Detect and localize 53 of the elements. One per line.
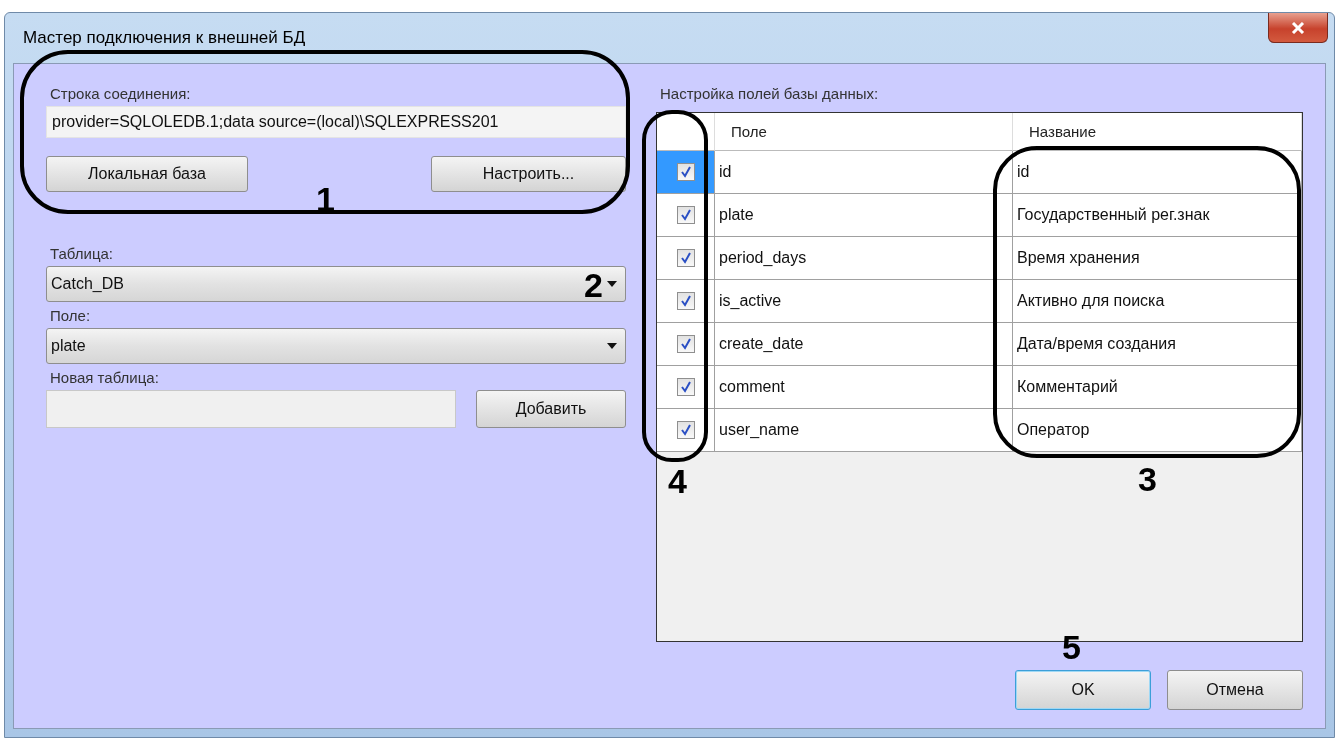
table-cell: Активно для поиска bbox=[1013, 280, 1302, 323]
annotation-number: 4 bbox=[668, 464, 687, 498]
table-cell: create_date bbox=[715, 323, 1013, 366]
checkbox-cell[interactable] bbox=[657, 280, 715, 323]
table-cell: id bbox=[715, 151, 1013, 194]
checkbox-cell[interactable] bbox=[657, 409, 715, 452]
checkbox-cell[interactable] bbox=[657, 194, 715, 237]
close-icon bbox=[1291, 21, 1305, 34]
field-label: Новая таблица: bbox=[50, 368, 160, 388]
table-cell: Комментарий bbox=[1013, 366, 1302, 409]
checkbox[interactable] bbox=[676, 292, 695, 310]
table-dropdown[interactable]: Catch_DB 2 bbox=[46, 266, 626, 302]
cancel-button[interactable]: Отмена bbox=[1167, 670, 1303, 710]
table-cell: Оператор bbox=[1013, 409, 1302, 452]
dropdown-arrow-icon bbox=[607, 281, 617, 287]
checkbox[interactable] bbox=[676, 378, 695, 396]
table-cell: is_active bbox=[715, 280, 1013, 323]
checkbox-cell[interactable] bbox=[657, 323, 715, 366]
table-cell: comment bbox=[715, 366, 1013, 409]
field-label: Строка соединения: bbox=[50, 84, 192, 104]
checkbox[interactable] bbox=[676, 249, 695, 267]
connection-string-field[interactable]: provider=SQLOLEDB.1;data source=(local)\SQLEXPRESS201 bbox=[46, 106, 626, 138]
window-title: Мастер подключения к внешней БД bbox=[23, 28, 306, 48]
table-cell: user_name bbox=[715, 409, 1013, 452]
checkbox[interactable] bbox=[676, 335, 695, 353]
annotation-number: 2 bbox=[584, 268, 603, 302]
field-label: Поле: bbox=[50, 306, 92, 326]
ok-button[interactable]: OK bbox=[1015, 670, 1151, 710]
checkbox[interactable] bbox=[676, 163, 695, 181]
checkbox-cell[interactable] bbox=[657, 366, 715, 409]
local-db-button[interactable]: Локальная база bbox=[46, 156, 248, 192]
configure-button[interactable]: Настроить... bbox=[431, 156, 626, 192]
checkbox-cell[interactable] bbox=[657, 237, 715, 280]
close-button[interactable] bbox=[1268, 13, 1328, 43]
column-header[interactable]: Поле bbox=[715, 113, 1013, 151]
dropdown-arrow-icon bbox=[607, 343, 617, 349]
add-button[interactable]: Добавить bbox=[476, 390, 626, 428]
annotation-number: 3 bbox=[1138, 462, 1157, 496]
table-cell: id bbox=[1013, 151, 1302, 194]
grid-label: Настройка полей базы данных: bbox=[660, 84, 880, 104]
new-table-field[interactable] bbox=[46, 390, 456, 428]
table-cell: Время хранения bbox=[1013, 237, 1302, 280]
column-header[interactable]: Название bbox=[1013, 113, 1302, 151]
table-cell: Государственный рег.знак bbox=[1013, 194, 1302, 237]
table-cell: plate bbox=[715, 194, 1013, 237]
checkbox[interactable] bbox=[676, 421, 695, 439]
checkbox-cell[interactable] bbox=[657, 151, 715, 194]
table-cell: Дата/время создания bbox=[1013, 323, 1302, 366]
table-cell: period_days bbox=[715, 237, 1013, 280]
field-label: Таблица: bbox=[50, 244, 114, 264]
header-cell bbox=[657, 113, 715, 151]
checkbox[interactable] bbox=[676, 206, 695, 224]
field-dropdown[interactable]: plate bbox=[46, 328, 626, 364]
